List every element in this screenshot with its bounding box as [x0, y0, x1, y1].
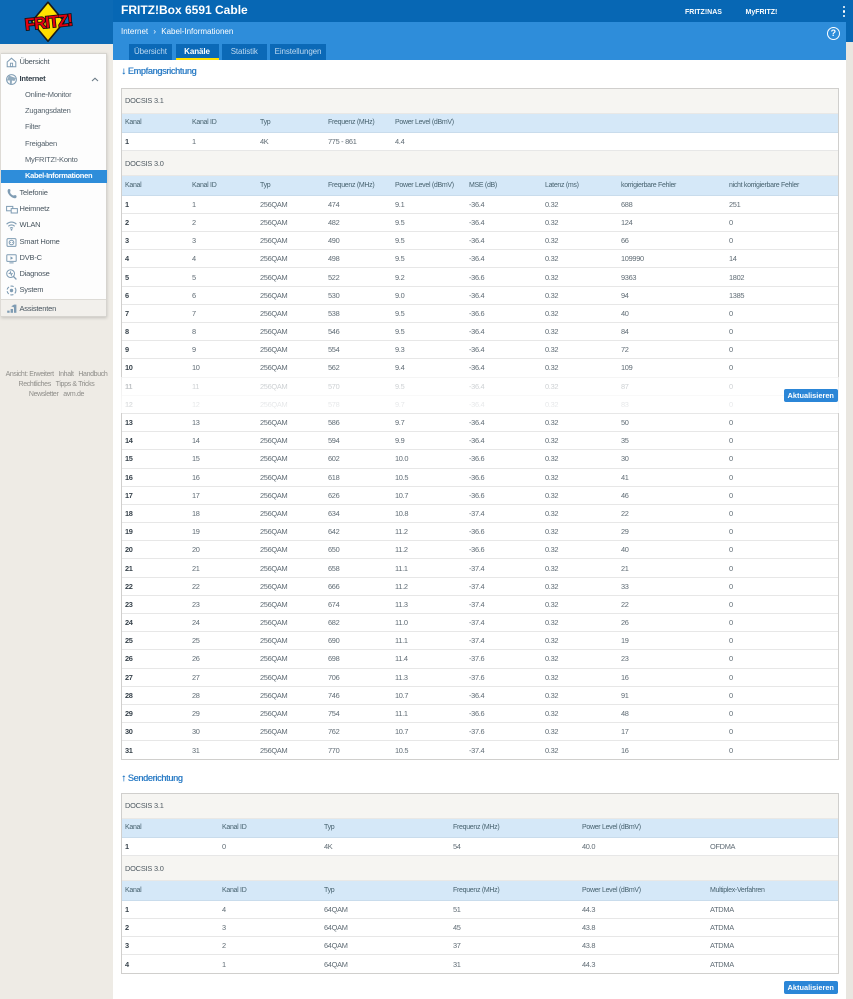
svg-text:FRITZ!: FRITZ!: [24, 11, 73, 34]
